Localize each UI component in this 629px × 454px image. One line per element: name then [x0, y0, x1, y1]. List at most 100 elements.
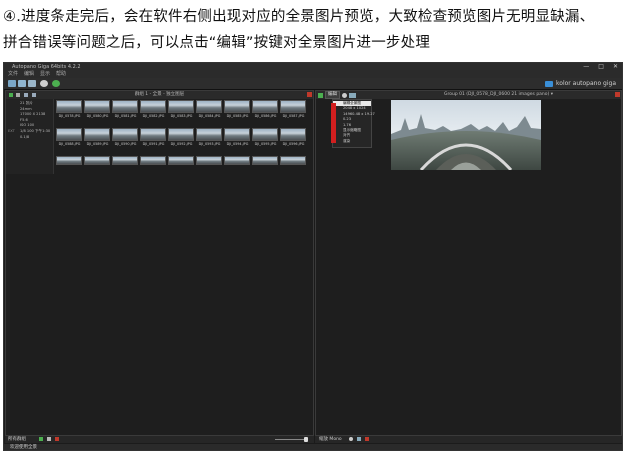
thumbnail-filename: DJI_0583.JPG	[170, 114, 193, 118]
image-thumbnail[interactable]	[84, 156, 110, 165]
right-panel-header: 编辑 Group 01 (DJI_0578_DJI_0600 21 images…	[316, 91, 621, 99]
menu-edit[interactable]: 编辑	[24, 71, 34, 78]
panorama-image	[391, 100, 541, 170]
edit-dropdown-menu: 编辑全景图 2048 x 1024 14960.48 x 19.27 0.23 1.76…	[332, 99, 375, 148]
thumbnail-filename: DJI_0596.JPG	[282, 142, 305, 146]
close-panorama-icon[interactable]	[615, 92, 620, 97]
thumbnail-filename: DJI_0592.JPG	[170, 142, 193, 146]
image-thumbnail[interactable]	[112, 156, 138, 165]
image-thumbnail[interactable]	[84, 100, 110, 113]
image-thumbnail[interactable]	[280, 128, 306, 141]
kolor-logo-icon	[545, 81, 554, 87]
thumbnail-filename: DJI_0584.JPG	[198, 114, 221, 118]
thumbnail-filename: DJI_0587.JPG	[282, 114, 305, 118]
thumbnail-filename: DJI_0578.JPG	[58, 114, 81, 118]
instruction-caption: ④.进度条走完后，会在软件右侧出现对应的全景图片预览，大致检查预览图片无明显缺漏…	[3, 4, 627, 56]
info-value: 0.1/8	[20, 134, 30, 139]
group-info: 21 张片 24mm 17000 X 2138 F5.6 ISO 100 EXT 1/8 1…	[6, 99, 54, 174]
group-title: 群组 1 - 全景 - 独立图层	[134, 92, 185, 97]
thumbnail-grid: DJI_0578.JPG DJI_0580.JPG DJI_0581.JPG DJI_…	[56, 100, 311, 173]
right-status-bar: 缩放 Mono	[315, 436, 622, 443]
delete-icon[interactable]	[55, 437, 59, 441]
image-thumbnail[interactable]	[224, 128, 250, 141]
thumbnail-filename: DJI_0582.JPG	[142, 114, 165, 118]
info-row: 0.1/8	[8, 135, 51, 141]
image-thumbnail[interactable]	[56, 128, 82, 141]
menu-file[interactable]: 文件	[8, 71, 18, 78]
app-window: Autopano Giga 64bits 4.2.2 — □ ✕ 文件 编辑 显…	[3, 62, 623, 451]
thumbnail-filename: DJI_0586.JPG	[254, 114, 277, 118]
close-button[interactable]: ✕	[613, 63, 618, 71]
thumbnail-filename: DJI_0588.JPG	[58, 142, 81, 146]
image-thumbnail[interactable]	[140, 100, 166, 113]
play-icon[interactable]	[39, 437, 43, 441]
list-icon[interactable]	[47, 437, 51, 441]
zoom-mode-label: 缩放 Mono	[319, 437, 342, 442]
batch-icon[interactable]	[28, 80, 36, 87]
settings-gear-icon[interactable]	[40, 80, 48, 87]
footer-text: 欢迎使用全景	[10, 445, 37, 450]
image-groups-panel: 群组 1 - 全景 - 独立图层 21 张片 24mm 17000 X 2138 F5…	[5, 90, 314, 436]
menu-help[interactable]: 帮助	[56, 71, 66, 78]
menu-bar: 文件 编辑 显示 帮助	[4, 71, 622, 78]
image-thumbnail[interactable]	[140, 128, 166, 141]
image-thumbnail[interactable]	[168, 128, 194, 141]
thumbnail-filename: DJI_0594.JPG	[226, 142, 249, 146]
edit-button[interactable]: 编辑	[325, 91, 340, 99]
close-group-icon[interactable]	[307, 92, 312, 97]
settings-gear-icon[interactable]	[342, 92, 347, 98]
import-images-icon[interactable]	[8, 80, 16, 87]
image-thumbnail[interactable]	[112, 128, 138, 141]
image-thumbnail[interactable]	[56, 156, 82, 165]
maximize-button[interactable]: □	[598, 63, 604, 71]
image-thumbnail[interactable]	[280, 156, 306, 165]
image-thumbnail[interactable]	[196, 156, 222, 165]
panorama-preview-panel: 编辑 Group 01 (DJI_0578_DJI_0600 21 images…	[315, 90, 622, 436]
image-thumbnail[interactable]	[252, 156, 278, 165]
image-thumbnail[interactable]	[112, 100, 138, 113]
thumbnail-filename: DJI_0595.JPG	[254, 142, 277, 146]
main-toolbar: kolor autopano giga	[4, 78, 622, 90]
left-panel-header: 群组 1 - 全景 - 独立图层	[6, 91, 313, 99]
image-thumbnail[interactable]	[280, 100, 306, 113]
image-thumbnail[interactable]	[168, 100, 194, 113]
groups-status-label: 所有群组	[8, 437, 26, 442]
view-icon[interactable]	[357, 437, 361, 441]
thumbnail-filename: DJI_0590.JPG	[114, 142, 137, 146]
thumbnail-filename: DJI_0581.JPG	[114, 114, 137, 118]
render-icon[interactable]	[318, 92, 323, 98]
import-folder-icon[interactable]	[18, 80, 26, 87]
slider-knob[interactable]	[304, 437, 308, 442]
minimize-button[interactable]: —	[583, 63, 589, 71]
brand-logo: kolor autopano giga	[545, 80, 616, 88]
image-thumbnail[interactable]	[56, 100, 82, 113]
image-thumbnail[interactable]	[224, 156, 250, 165]
dropdown-menu-item[interactable]: 渲染	[333, 139, 371, 144]
caption-line-2: 拼合错误等问题之后，可以点击“编辑”按键对全景图片进一步处理	[3, 35, 431, 51]
thumbnail-filename: DJI_0591.JPG	[142, 142, 165, 146]
panorama-preview-image[interactable]	[391, 100, 541, 170]
window-title: Autopano Giga 64bits 4.2.2	[12, 64, 81, 70]
thumbnail-filename: DJI_0585.JPG	[226, 114, 249, 118]
remove-icon[interactable]	[365, 437, 369, 441]
thumbnail-filename: DJI_0589.JPG	[86, 142, 109, 146]
menu-view[interactable]: 显示	[40, 71, 50, 78]
bottom-status-bar: 欢迎使用全景	[4, 444, 622, 450]
panorama-title: Group 01 (DJI_0578_DJI_0600 21 images pa…	[444, 92, 553, 97]
image-thumbnail[interactable]	[252, 128, 278, 141]
help-icon[interactable]	[52, 80, 60, 87]
image-thumbnail[interactable]	[140, 156, 166, 165]
image-thumbnail[interactable]	[196, 128, 222, 141]
info-key	[8, 135, 17, 141]
image-thumbnail[interactable]	[224, 100, 250, 113]
thumbnail-filename: DJI_0593.JPG	[198, 142, 221, 146]
zoom-icon[interactable]	[349, 437, 353, 441]
thumbnail-filename: DJI_0580.JPG	[86, 114, 109, 118]
highlight-marker	[331, 103, 336, 143]
image-thumbnail[interactable]	[252, 100, 278, 113]
left-status-bar: 所有群组	[5, 436, 314, 443]
image-thumbnail[interactable]	[168, 156, 194, 165]
image-thumbnail[interactable]	[84, 128, 110, 141]
image-thumbnail[interactable]	[196, 100, 222, 113]
display-icon[interactable]	[349, 92, 356, 98]
